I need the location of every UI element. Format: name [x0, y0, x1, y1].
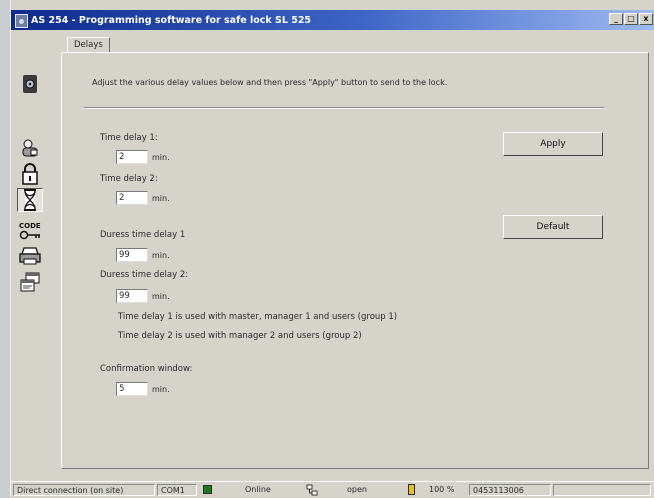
time-delay-2-unit: min. — [152, 194, 170, 203]
duress-delay-1-unit: min. — [152, 251, 170, 260]
windows-stack-icon — [20, 272, 40, 292]
confirmation-window-label: Confirmation window: — [100, 364, 193, 374]
padlock-icon — [22, 163, 38, 185]
status-port: COM1 — [157, 484, 197, 496]
close-button[interactable]: x — [639, 13, 653, 25]
toolbar-delays[interactable] — [17, 188, 43, 212]
apply-button[interactable]: Apply — [503, 132, 603, 156]
toolbar-lock-device[interactable] — [17, 72, 43, 96]
app-lock-icon — [15, 14, 28, 28]
status-lock-state: open — [347, 485, 367, 494]
toolbar-users[interactable] — [17, 136, 43, 160]
code-key-icon: CODE — [19, 222, 41, 240]
users-icon — [22, 139, 38, 157]
status-serial: 0453113006 — [469, 484, 551, 496]
time-delay-2-input[interactable]: 2 — [116, 191, 148, 205]
confirmation-window-input[interactable]: 5 — [116, 382, 148, 396]
duress-delay-2-input[interactable]: 99 — [116, 289, 148, 303]
hourglass-icon — [24, 189, 36, 211]
delays-panel: Adjust the various delay values below an… — [61, 52, 649, 469]
default-button[interactable]: Default — [503, 215, 603, 239]
separator-line — [84, 107, 604, 109]
group-note-1: Time delay 1 is used with master, manage… — [118, 312, 398, 322]
app-window: AS 254 - Programming software for safe l… — [10, 0, 654, 498]
minimize-button[interactable]: _ — [609, 13, 623, 25]
tab-delays[interactable]: Delays — [67, 37, 110, 53]
time-delay-1-label: Time delay 1: — [100, 133, 158, 143]
duress-delay-2-unit: min. — [152, 292, 170, 301]
time-delay-1-unit: min. — [152, 153, 170, 162]
toolbar-print[interactable] — [17, 244, 43, 268]
online-indicator-icon — [203, 485, 212, 494]
status-empty-panel — [553, 484, 651, 496]
time-delay-1-input[interactable]: 2 — [116, 150, 148, 164]
window-title: AS 254 - Programming software for safe l… — [31, 15, 312, 26]
toolbar-codes[interactable]: CODE — [17, 218, 43, 242]
status-online: Online — [245, 485, 271, 494]
confirmation-window-unit: min. — [152, 385, 170, 394]
duress-delay-1-input[interactable]: 99 — [116, 248, 148, 262]
time-delay-2-label: Time delay 2: — [100, 174, 158, 184]
group-note-2: Time delay 2 is used with manager 2 and … — [118, 331, 362, 341]
safe-lock-icon — [23, 75, 37, 93]
duress-delay-1-label: Duress time delay 1 — [100, 230, 186, 240]
toolbar-lock[interactable] — [17, 162, 43, 186]
maximize-button[interactable]: □ — [624, 13, 638, 25]
status-battery: 100 % — [429, 485, 455, 494]
printer-icon — [19, 247, 41, 265]
status-connection: Direct connection (on site) — [13, 484, 155, 496]
left-toolbar: CODE — [11, 30, 51, 470]
status-bar: Direct connection (on site) COM1 Online … — [11, 481, 654, 498]
toolbar-history[interactable] — [17, 270, 43, 294]
battery-icon — [408, 484, 415, 495]
network-icon — [306, 484, 318, 496]
instructions-text: Adjust the various delay values below an… — [92, 78, 448, 87]
duress-delay-2-label: Duress time delay 2: — [100, 270, 189, 280]
code-text: CODE — [19, 222, 41, 230]
title-bar[interactable]: AS 254 - Programming software for safe l… — [11, 10, 654, 30]
